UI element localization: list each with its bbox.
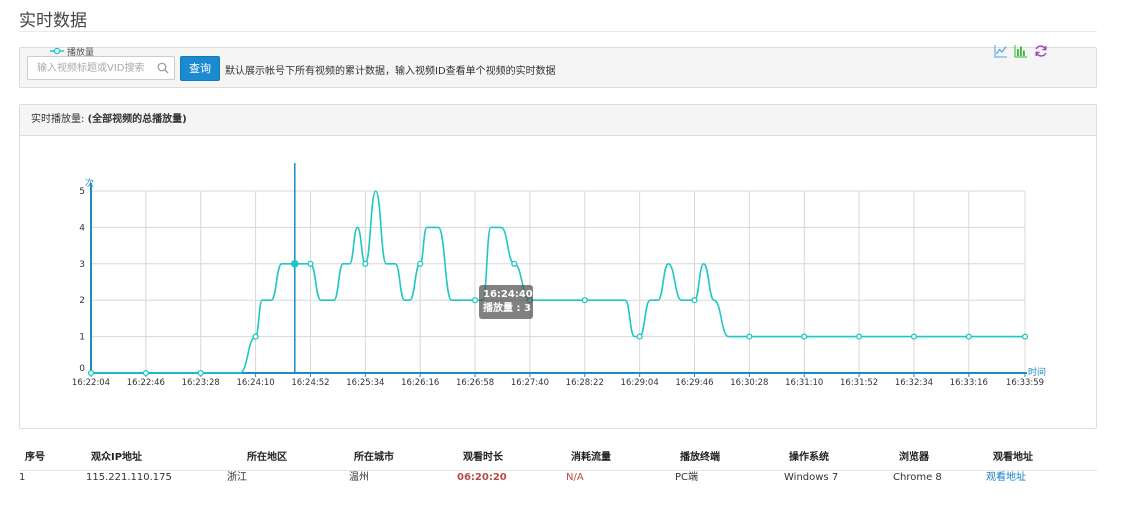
cell-city: 温州 [349,472,369,483]
data-point [472,297,479,304]
col-header-browser: 浏览器 [899,452,929,463]
data-point [142,369,149,377]
col-header-watch-url: 观看地址 [993,452,1033,463]
x-tick-label: 16:25:34 [346,378,384,388]
cell-os: Windows 7 [784,472,839,483]
tooltip-time: 16:24:40 [483,289,533,300]
x-tick-label: 16:23:28 [182,378,220,388]
col-header-region: 所在地区 [247,452,287,463]
col-header-city: 所在城市 [354,452,394,463]
x-tick-label: 16:29:04 [621,378,659,388]
y-tick-label: 3 [79,260,85,270]
x-tick-label: 16:28:22 [566,378,604,388]
data-point [1021,333,1029,340]
chart-toolbox [988,44,1048,58]
cell-region: 浙江 [227,472,247,483]
x-tick-label: 16:24:10 [236,378,274,388]
x-tick-label: 16:33:59 [1006,378,1044,388]
data-point [801,333,808,340]
bar-chart-icon[interactable] [1014,44,1028,58]
x-tick-label: 16:22:04 [72,378,110,388]
table-header: 序号 观众IP地址 所在地区 所在城市 观看时长 消耗流量 播放终端 操作系统 … [19,445,1097,471]
chart-tooltip: 16:24:40 播放量 : 3 [479,285,533,319]
col-header-duration: 观看时长 [463,452,503,463]
data-point [290,259,299,268]
x-tick-label: 16:22:46 [127,378,165,388]
data-point [197,369,204,377]
data-point [910,333,918,340]
y-tick-label: 1 [79,333,85,343]
x-tick-label: 16:31:52 [840,378,878,388]
cell-browser: Chrome 8 [893,472,942,483]
cell-ip: 115.221.110.175 [86,472,172,483]
tooltip-value: 播放量 : 3 [483,303,531,314]
col-header-ip: 观众IP地址 [91,452,143,463]
x-tick-label: 16:27:40 [511,378,549,388]
chart-legend[interactable]: 播放量 [50,45,95,58]
table-row: 1 115.221.110.175 浙江 温州 06:20:20 N/A PC端… [19,471,1097,485]
x-tick-label: 16:26:16 [401,378,439,388]
x-tick-label: 16:31:10 [785,378,823,388]
refresh-icon[interactable] [1034,44,1048,58]
x-tick-label: 16:32:34 [895,378,933,388]
cell-index: 1 [19,472,26,483]
x-tick-label: 16:29:46 [675,378,713,388]
x-tick-label: 16:30:28 [730,378,768,388]
realtime-line-chart: 01234516:22:04 16:22:46 16:23:28 16:24:10 16… [72,163,1046,388]
col-header-terminal: 播放终端 [680,452,720,463]
legend-series-label: 播放量 [67,47,95,58]
data-point [307,260,314,267]
y-tick-label: 0 [79,364,85,374]
col-header-os: 操作系统 [789,452,829,463]
series-line-播放量 [91,190,1025,374]
data-point [856,333,863,340]
col-header-index: 序号 [25,452,45,463]
data-point [691,297,698,304]
data-point [87,369,95,377]
cell-traffic: N/A [566,472,584,483]
data-point [746,333,753,340]
cell-duration: 06:20:20 [457,472,507,483]
x-axis-label: 时间 [1028,366,1046,378]
data-point [636,333,643,340]
watch-url-link[interactable]: 观看地址 [986,471,1026,485]
x-tick-label: 16:33:16 [950,378,988,388]
data-point [362,260,369,267]
data-point [581,297,588,304]
data-point [965,333,972,340]
cell-terminal: PC端 [675,472,699,483]
data-point [511,260,518,267]
data-point [417,260,424,267]
y-tick-label: 4 [79,223,85,233]
col-header-traffic: 消耗流量 [571,452,611,463]
y-axis-label: 次 [85,177,94,189]
line-chart-icon[interactable] [994,44,1008,58]
x-tick-label: 16:24:52 [291,378,329,388]
x-tick-label: 16:26:58 [456,378,494,388]
data-point [252,333,259,340]
legend-series-swatch [50,47,64,55]
y-tick-label: 2 [79,296,85,306]
